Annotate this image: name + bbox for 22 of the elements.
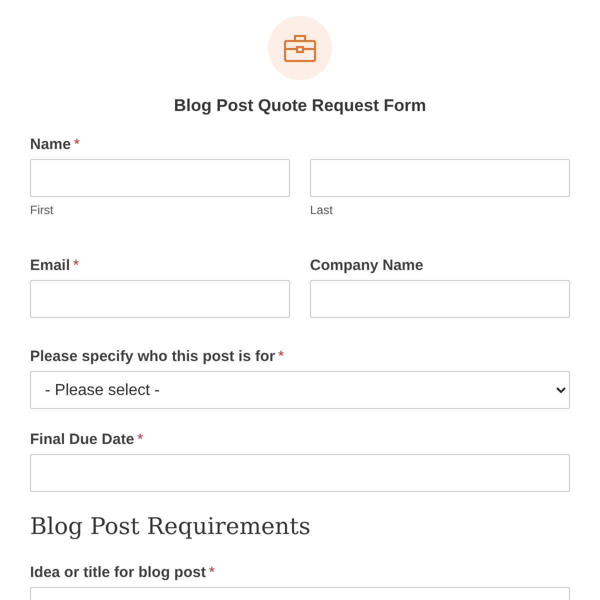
required-mark: * <box>73 257 79 274</box>
field-label: Please specify who this post is for <box>30 348 276 365</box>
select-field[interactable]: - Please select - <box>30 371 570 409</box>
required-mark: * <box>208 564 215 581</box>
form-title: Blog Post Quote Request Form <box>174 96 426 116</box>
required-mark: * <box>74 136 80 153</box>
field-label: Idea or title for blog post <box>30 564 206 581</box>
section-heading: Blog Post Requirements <box>30 514 312 540</box>
text-input[interactable] <box>310 159 570 197</box>
required-mark: * <box>278 348 284 365</box>
text-input[interactable] <box>30 454 570 492</box>
sublabel: First <box>30 203 54 217</box>
text-input[interactable] <box>30 159 290 197</box>
field-label: Company Name <box>310 257 424 274</box>
text-input[interactable] <box>30 280 290 318</box>
field-label: Email <box>30 257 70 274</box>
field-label: Name <box>30 136 71 153</box>
field-label: Final Due Date <box>30 431 134 448</box>
text-input[interactable] <box>310 280 570 318</box>
required-mark: * <box>137 431 144 448</box>
briefcase-icon <box>284 34 316 62</box>
sublabel: Last <box>310 203 334 217</box>
